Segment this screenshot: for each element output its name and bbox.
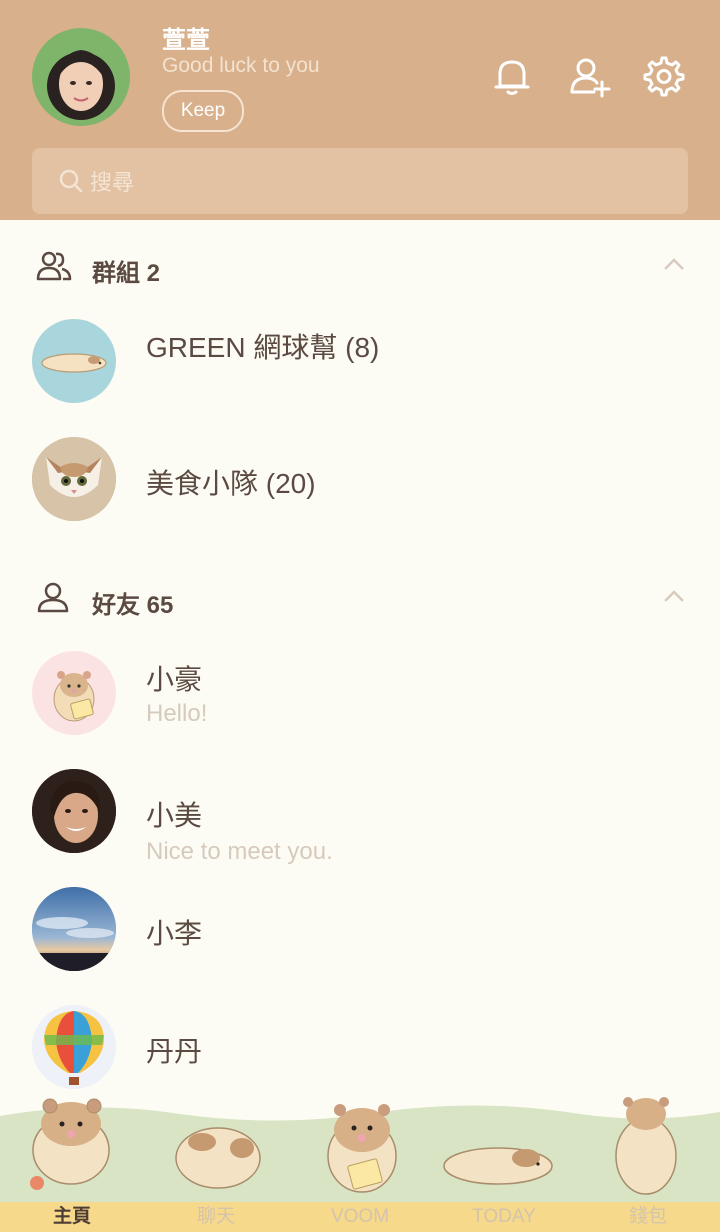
profile-name: 萱萱 bbox=[162, 27, 210, 54]
bottom-tab-bar: 主頁 聊天 VOOM TODAY 錢包 bbox=[0, 1202, 720, 1232]
tab-voom[interactable]: VOOM bbox=[288, 1202, 432, 1232]
groups-title: 群組 2 bbox=[92, 260, 161, 287]
hamster-icon bbox=[32, 1098, 110, 1185]
friend-avatar bbox=[32, 887, 116, 971]
group-avatar bbox=[32, 319, 116, 403]
hamster-icon bbox=[443, 1147, 553, 1185]
friend-icon bbox=[37, 582, 69, 613]
keep-button[interactable]: Keep bbox=[162, 90, 244, 132]
settings-gear-icon[interactable] bbox=[642, 54, 686, 98]
hamster-icon bbox=[615, 1097, 677, 1195]
tab-chats[interactable]: 聊天 bbox=[144, 1202, 288, 1232]
group-row[interactable]: 美食小隊 (20) bbox=[0, 424, 720, 534]
tab-home[interactable]: 主頁 bbox=[0, 1202, 144, 1232]
profile-avatar[interactable] bbox=[32, 28, 130, 126]
chevron-up-icon[interactable] bbox=[662, 256, 686, 272]
friend-row[interactable]: 小豪 Hello! bbox=[0, 638, 720, 748]
notification-dot bbox=[30, 1176, 44, 1190]
friend-status: Nice to meet you. bbox=[146, 838, 333, 865]
group-avatar bbox=[32, 437, 116, 521]
friend-row[interactable]: 小李 bbox=[0, 874, 720, 984]
search-icon bbox=[59, 169, 83, 193]
friend-row[interactable]: 小美 Nice to meet you. bbox=[0, 756, 720, 866]
chevron-up-icon[interactable] bbox=[662, 588, 686, 604]
groups-icon bbox=[36, 251, 72, 281]
friend-name: 小豪 bbox=[146, 664, 203, 695]
profile-header: 萱萱 Good luck to you Keep 搜尋 bbox=[0, 0, 720, 220]
friend-name: 小李 bbox=[146, 918, 203, 949]
tab-wallet[interactable]: 錢包 bbox=[576, 1202, 720, 1232]
groups-section-header[interactable]: 群組 2 bbox=[0, 236, 720, 296]
search-placeholder: 搜尋 bbox=[90, 170, 135, 195]
friends-section-header[interactable]: 好友 65 bbox=[0, 568, 720, 628]
friend-row[interactable]: 丹丹 bbox=[0, 992, 720, 1102]
friend-avatar bbox=[32, 769, 116, 853]
friends-title: 好友 65 bbox=[92, 592, 174, 619]
friend-name: 丹丹 bbox=[146, 1036, 203, 1067]
status-message: Good luck to you bbox=[162, 54, 320, 77]
friend-status: Hello! bbox=[146, 700, 208, 727]
hamster-icon bbox=[327, 1104, 397, 1193]
search-bar[interactable]: 搜尋 bbox=[32, 148, 688, 214]
bell-icon[interactable] bbox=[490, 54, 534, 98]
add-friend-icon[interactable] bbox=[568, 54, 612, 98]
friend-avatar bbox=[32, 1005, 116, 1089]
group-row[interactable]: GREEN 網球幫 (8) bbox=[0, 306, 720, 416]
tab-today[interactable]: TODAY bbox=[432, 1202, 576, 1232]
hamster-icon bbox=[175, 1127, 261, 1189]
group-name: 美食小隊 (20) bbox=[146, 468, 316, 499]
friend-name: 小美 bbox=[146, 800, 203, 831]
friend-avatar bbox=[32, 651, 116, 735]
group-name: GREEN 網球幫 (8) bbox=[146, 332, 380, 363]
